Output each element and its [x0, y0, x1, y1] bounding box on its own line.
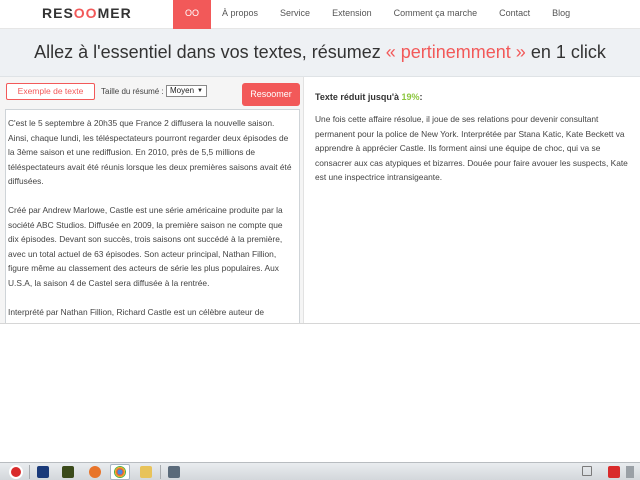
nav-menu: OO À propos Service Extension Comment ça…: [173, 0, 581, 29]
firefox-icon[interactable]: [89, 466, 101, 478]
app-window-icon[interactable]: [168, 466, 180, 478]
nav-item-service[interactable]: Service: [269, 0, 321, 29]
start-button-icon[interactable]: [9, 465, 23, 479]
nav-item-contact[interactable]: Contact: [488, 0, 541, 29]
hero-banner: Allez à l'essentiel dans vos textes, rés…: [0, 29, 640, 77]
nav-item-extension[interactable]: Extension: [321, 0, 383, 29]
hero-title: Allez à l'essentiel dans vos textes, rés…: [0, 42, 640, 63]
summarize-button[interactable]: Resoomer: [242, 83, 300, 106]
summary-size-value: Moyen: [170, 86, 195, 95]
taskbar-separator: [29, 465, 30, 479]
summary-size-select[interactable]: Moyen ▼: [166, 85, 207, 97]
nav-item-blog[interactable]: Blog: [541, 0, 581, 29]
os-taskbar: [0, 462, 640, 480]
nav-item-about[interactable]: À propos: [211, 0, 269, 29]
chrome-icon[interactable]: [114, 466, 126, 478]
top-nav: RESOOMER OO À propos Service Extension C…: [0, 0, 640, 29]
result-title-prefix: Texte réduit jusqu'à: [315, 92, 402, 102]
antivirus-tray-icon[interactable]: [608, 466, 620, 478]
result-panel: Texte réduit jusqu'à 19%: Une fois cette…: [305, 77, 640, 323]
tray-expand-icon[interactable]: [582, 466, 592, 476]
nav-item-how-it-works[interactable]: Comment ça marche: [383, 0, 489, 29]
input-textarea[interactable]: C'est le 5 septembre à 20h35 que France …: [5, 109, 300, 323]
taskbar-separator: [160, 465, 161, 479]
input-paragraph: Créé par Andrew Marlowe, Castle est une …: [8, 205, 283, 288]
reduction-percent: 19%: [401, 92, 420, 102]
nav-item-home[interactable]: OO: [173, 0, 212, 29]
dropdown-arrow-icon: ▼: [197, 88, 203, 94]
file-explorer-icon[interactable]: [140, 466, 152, 478]
result-title: Texte réduit jusqu'à 19%:: [315, 92, 423, 102]
input-paragraph: C'est le 5 septembre à 20h35 que France …: [8, 118, 292, 186]
photoshop-icon[interactable]: [37, 466, 49, 478]
summary-text: Une fois cette affaire résolue, il joue …: [315, 114, 628, 182]
dreamweaver-icon[interactable]: [62, 466, 74, 478]
network-tray-icon[interactable]: [626, 466, 634, 478]
hero-title-accent: « pertinemment »: [385, 42, 526, 62]
example-text-button[interactable]: Exemple de texte: [6, 83, 95, 100]
logo-oo: OO: [73, 5, 98, 21]
hero-title-after: en 1 click: [525, 42, 606, 62]
input-paragraph: Interprété par Nathan Fillion, Richard C…: [8, 306, 265, 317]
result-title-suffix: :: [419, 92, 423, 102]
summary-size-label: Taille du résumé :: [101, 87, 164, 96]
logo-suffix: MER: [97, 5, 132, 21]
hero-title-before: Allez à l'essentiel dans vos textes, rés…: [34, 42, 386, 62]
logo-prefix: RES: [42, 5, 74, 21]
logo[interactable]: RESOOMER: [42, 5, 132, 21]
input-panel: Exemple de texte Taille du résumé : Moye…: [0, 77, 304, 323]
content-divider: [0, 323, 640, 324]
